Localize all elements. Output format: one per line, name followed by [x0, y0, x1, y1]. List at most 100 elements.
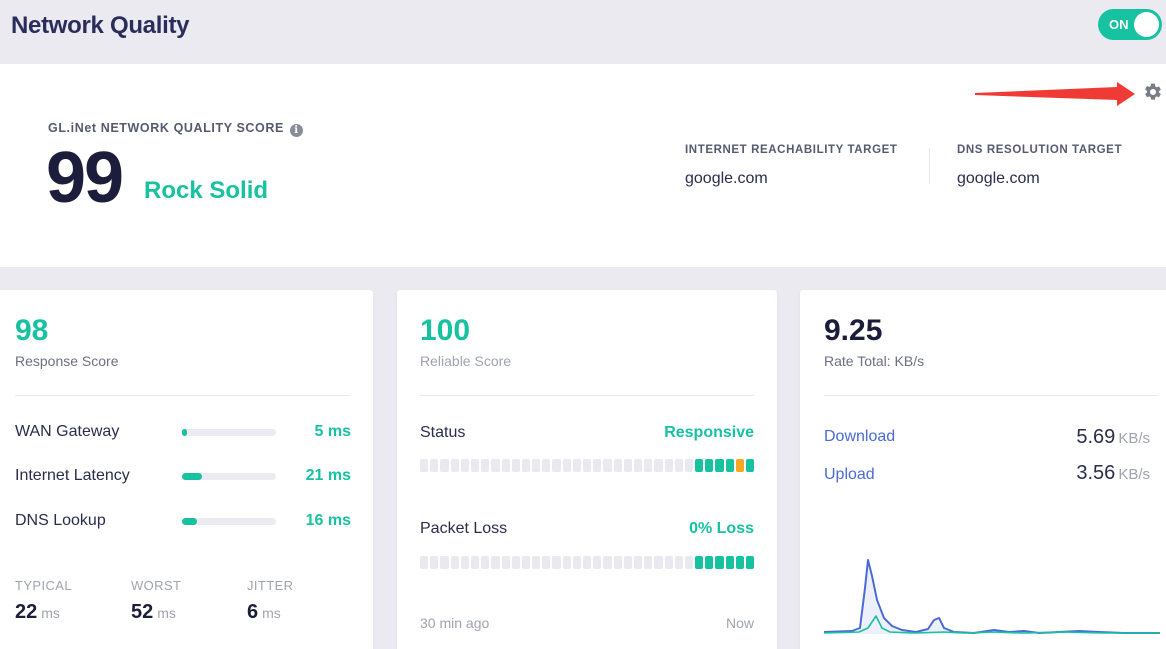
upload-label: Upload: [824, 466, 875, 483]
download-value: 5.69 KB/s: [1076, 426, 1150, 449]
history-segment: [603, 556, 612, 569]
score-value: 99: [46, 138, 124, 218]
reliable-card: 100 Reliable Score Status Responsive Pac…: [397, 290, 777, 649]
response-score: 98: [15, 314, 49, 347]
divider: [420, 395, 754, 396]
history-segment: [552, 556, 561, 569]
rate-card: 9.25 Rate Total: KB/s Download 5.69 KB/s …: [800, 290, 1166, 649]
history-segment: [725, 556, 734, 569]
internet-latency-fill: [182, 473, 202, 480]
dns-lookup-value: 16 ms: [305, 512, 351, 529]
packet-loss-label: Packet Loss: [420, 520, 508, 537]
history-segment: [623, 556, 632, 569]
history-segment: [542, 459, 551, 472]
history-segment: [521, 459, 531, 472]
score-label-text: GL.iNet NETWORK QUALITY SCORE: [48, 121, 284, 135]
divider: [824, 395, 1158, 396]
rate-total-label: Rate Total: KB/s: [824, 353, 925, 369]
divider: [15, 395, 350, 396]
history-segment: [644, 459, 653, 472]
toggle-knob: [1134, 12, 1159, 37]
typical-unit: ms: [41, 605, 60, 621]
history-segment: [532, 556, 541, 569]
toggle-label: ON: [1109, 17, 1129, 32]
worst-unit: ms: [157, 605, 176, 621]
history-segment: [440, 556, 449, 569]
history-segment: [715, 556, 724, 569]
header: Network Quality ON: [0, 0, 1166, 62]
wan-gateway-bar: [182, 429, 276, 436]
history-segment: [593, 556, 602, 569]
wan-gateway-fill: [182, 429, 187, 436]
history-segment: [491, 556, 500, 569]
history-segment: [430, 459, 439, 472]
history-segment: [572, 556, 581, 569]
history-segment: [583, 459, 592, 472]
internet-latency-value: 21 ms: [305, 467, 351, 484]
typical-number: 22: [15, 601, 38, 623]
upload-number: 3.56: [1076, 462, 1116, 484]
history-segment: [746, 556, 755, 569]
rate-total: 9.25: [824, 314, 883, 347]
jitter-unit: ms: [262, 605, 281, 621]
history-segment: [511, 459, 520, 472]
typical-label: TYPICAL: [15, 578, 72, 593]
page-title: Network Quality: [11, 12, 190, 39]
history-segment: [684, 459, 694, 472]
history-segment: [440, 459, 449, 472]
score-label: GL.iNet NETWORK QUALITY SCORE i: [48, 121, 303, 137]
reliable-score: 100: [420, 314, 471, 347]
internet-target-value: google.com: [685, 170, 768, 187]
history-segment: [674, 556, 683, 569]
history-segment: [654, 556, 663, 569]
history-segment: [511, 556, 520, 569]
download-label: Download: [824, 428, 896, 445]
dns-lookup-fill: [182, 518, 198, 525]
history-segment: [654, 459, 663, 472]
history-segment: [420, 459, 429, 472]
response-card: 98 Response Score WAN Gateway 5 ms Inter…: [0, 290, 373, 649]
dns-lookup-bar: [182, 518, 276, 525]
history-segment: [572, 459, 581, 472]
history-segment: [481, 556, 490, 569]
dns-target-label: DNS RESOLUTION TARGET: [957, 144, 1123, 156]
score-verdict: Rock Solid: [144, 177, 269, 204]
target-divider: [929, 148, 930, 184]
jitter-number: 6: [247, 601, 259, 623]
history-segment: [532, 459, 541, 472]
history-segment: [470, 459, 480, 472]
internet-latency-label: Internet Latency: [15, 467, 130, 484]
history-segment: [420, 556, 429, 569]
history-segment: [542, 556, 551, 569]
download-area: [824, 560, 1160, 634]
history-segment: [735, 556, 744, 569]
status-value: Responsive: [664, 424, 754, 441]
history-segment: [470, 556, 480, 569]
packet-loss-history-bar: [420, 556, 755, 569]
history-segment: [491, 459, 500, 472]
history-segment: [603, 459, 612, 472]
history-segment: [501, 459, 510, 472]
history-segment: [633, 459, 643, 472]
network-quality-toggle[interactable]: ON: [1098, 9, 1162, 40]
internet-latency-bar: [182, 473, 276, 480]
info-icon[interactable]: i: [289, 124, 303, 137]
history-segment: [623, 459, 632, 472]
time-end-label: Now: [725, 615, 754, 631]
jitter-value: 6 ms: [247, 601, 281, 624]
wan-gateway-label: WAN Gateway: [15, 423, 120, 440]
history-segment: [583, 556, 592, 569]
history-segment: [674, 459, 683, 472]
history-segment: [613, 556, 622, 569]
gear-icon[interactable]: [1143, 82, 1163, 102]
red-arrow-annotation: [975, 82, 1135, 106]
quality-score-panel: GL.iNet NETWORK QUALITY SCORE i 99 Rock S…: [0, 64, 1166, 267]
history-segment: [735, 459, 744, 472]
history-segment: [695, 556, 704, 569]
status-label: Status: [420, 424, 466, 441]
worst-label: WORST: [131, 578, 182, 593]
history-segment: [460, 556, 469, 569]
packet-loss-value: 0% Loss: [689, 520, 754, 537]
history-segment: [562, 556, 571, 569]
history-segment: [501, 556, 510, 569]
